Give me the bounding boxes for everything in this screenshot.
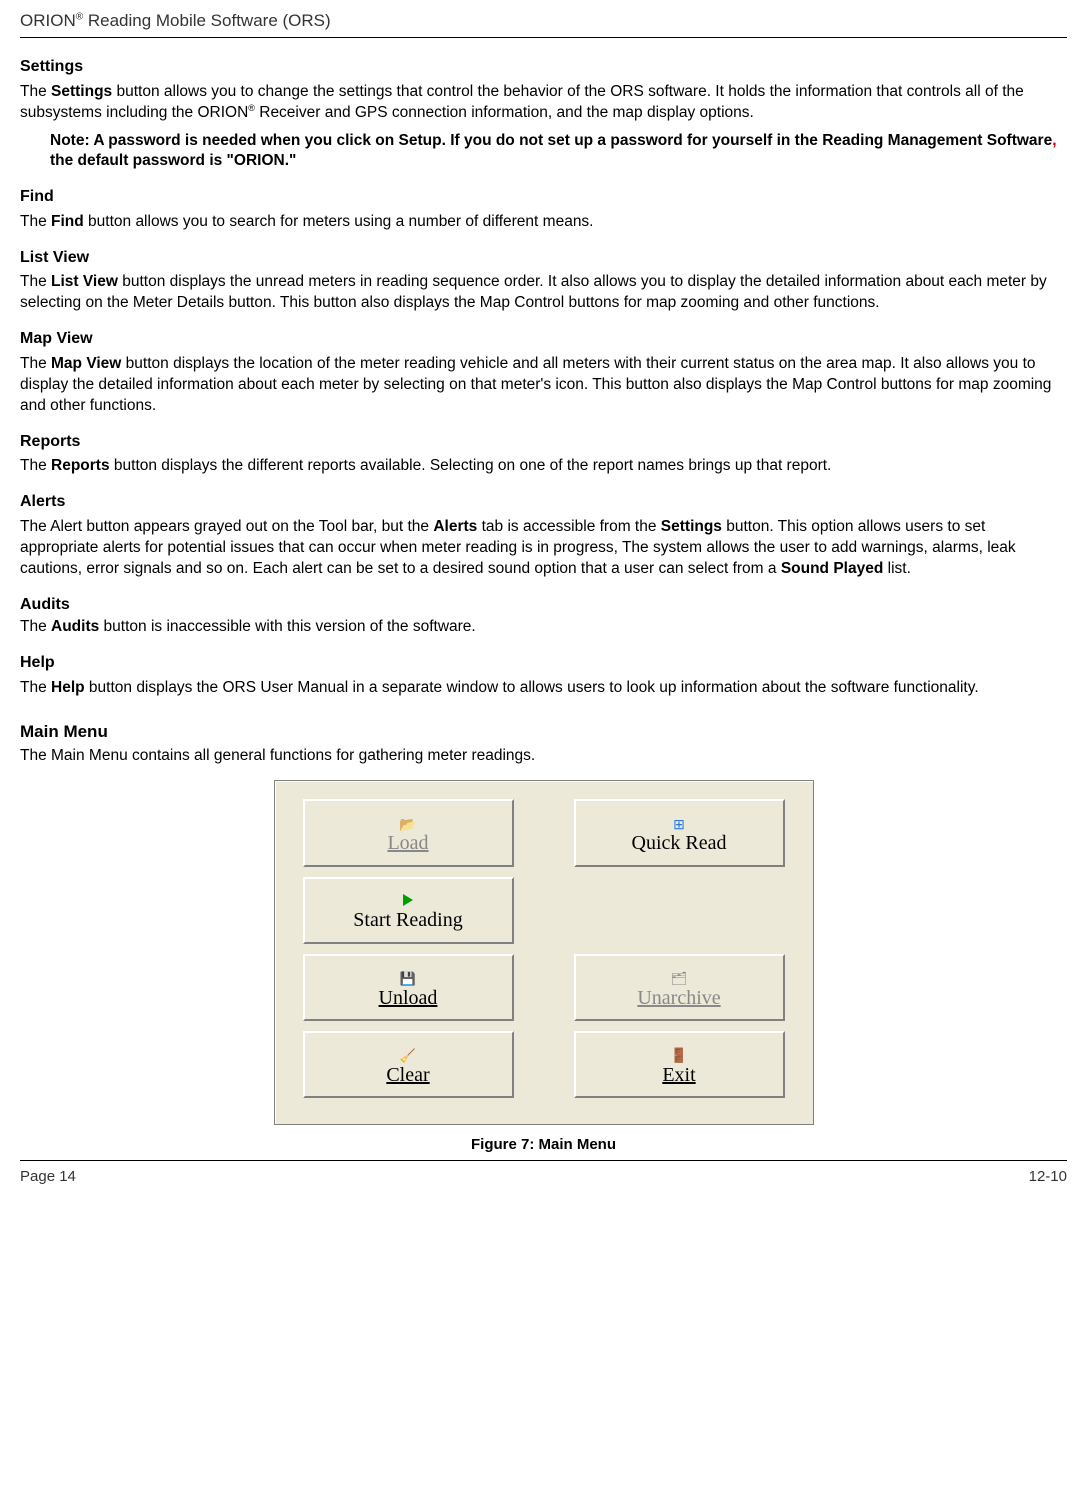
figure-caption: Figure 7: Main Menu — [471, 1135, 616, 1155]
disk-icon — [400, 970, 416, 986]
archive-icon — [671, 970, 688, 986]
quick-read-button[interactable]: Quick Read — [574, 799, 785, 866]
heading-settings: Settings — [20, 56, 1067, 78]
para-reports: The Reports button displays the differen… — [20, 456, 1067, 477]
heading-mapview: Map View — [20, 328, 1067, 350]
para-mapview: The Map View button displays the locatio… — [20, 354, 1067, 417]
header-product-name: ORION — [20, 11, 76, 30]
exit-button[interactable]: Exit — [574, 1031, 785, 1098]
broom-icon — [400, 1047, 416, 1063]
load-button[interactable]: Load — [303, 799, 514, 866]
heading-mainmenu: Main Menu — [20, 721, 1067, 744]
unarchive-button-label: Unarchive — [637, 988, 720, 1008]
main-menu-panel: Load Quick Read Start Reading Unload Una… — [274, 780, 814, 1125]
unarchive-button[interactable]: Unarchive — [574, 954, 785, 1021]
heading-reports: Reports — [20, 431, 1067, 453]
empty-cell — [574, 877, 785, 944]
exit-door-icon — [670, 1047, 687, 1063]
page-number-left: Page 14 — [20, 1167, 76, 1187]
unload-button-label: Unload — [379, 988, 438, 1008]
heading-help: Help — [20, 652, 1067, 674]
exit-button-label: Exit — [662, 1065, 695, 1085]
window-icon — [673, 815, 685, 831]
note-settings: Note: A password is needed when you clic… — [50, 131, 1067, 173]
page-number-right: 12-10 — [1029, 1167, 1067, 1187]
page-footer: Page 14 12-10 — [20, 1167, 1067, 1187]
clear-button-label: Clear — [386, 1065, 429, 1085]
heading-find: Find — [20, 186, 1067, 208]
clear-button[interactable]: Clear — [303, 1031, 514, 1098]
para-settings: The Settings button allows you to change… — [20, 82, 1067, 125]
para-find: The Find button allows you to search for… — [20, 212, 1067, 233]
running-header: ORION® Reading Mobile Software (ORS) — [20, 10, 1067, 35]
play-icon — [403, 892, 413, 908]
comma-highlight: , — [1052, 132, 1056, 149]
header-rule — [20, 37, 1067, 38]
load-button-label: Load — [387, 833, 428, 853]
para-alerts: The Alert button appears grayed out on t… — [20, 517, 1067, 580]
unload-button[interactable]: Unload — [303, 954, 514, 1021]
heading-audits: Audits — [20, 594, 1067, 616]
para-audits: The Audits button is inaccessible with t… — [20, 617, 1067, 638]
heading-alerts: Alerts — [20, 491, 1067, 513]
heading-listview: List View — [20, 247, 1067, 269]
start-reading-button[interactable]: Start Reading — [303, 877, 514, 944]
registered-mark: ® — [76, 11, 83, 22]
footer-rule — [20, 1160, 1067, 1161]
header-product-suffix: Reading Mobile Software (ORS) — [83, 11, 331, 30]
figure-main-menu: Load Quick Read Start Reading Unload Una… — [20, 780, 1067, 1155]
para-mainmenu: The Main Menu contains all general funct… — [20, 746, 1067, 767]
quick-read-button-label: Quick Read — [632, 833, 727, 853]
para-listview: The List View button displays the unread… — [20, 272, 1067, 314]
para-help: The Help button displays the ORS User Ma… — [20, 678, 1067, 699]
start-reading-button-label: Start Reading — [353, 910, 462, 930]
folder-open-icon — [399, 815, 416, 831]
